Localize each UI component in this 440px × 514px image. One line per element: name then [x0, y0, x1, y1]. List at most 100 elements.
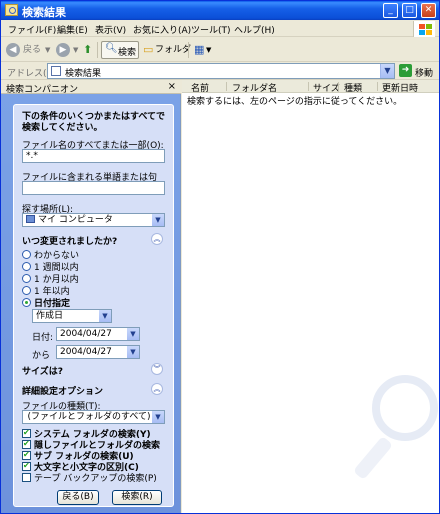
expand-chevron-icon[interactable]: ︾: [151, 363, 163, 375]
menu-file[interactable]: ファイル(F): [8, 23, 56, 36]
toolbar-separator: [97, 42, 98, 58]
to-date-dropdown-icon[interactable]: ▼: [127, 346, 139, 358]
search-instructions: 下の条件のいくつかまたはすべてで検索してください。: [22, 112, 166, 133]
radio-dont-know[interactable]: わからない: [22, 248, 79, 261]
search-folder-icon: [5, 4, 18, 16]
column-divider[interactable]: [377, 82, 378, 91]
toolbar-separator: [188, 42, 189, 58]
checkbox-checked-icon: [22, 439, 31, 449]
watermark-magnifier-icon: [372, 375, 438, 441]
back-arrow-icon[interactable]: ◀: [6, 43, 20, 57]
title-bar: 検索結果 _ □ ✕: [1, 1, 439, 20]
menu-edit[interactable]: 編集(E): [57, 23, 88, 36]
up-folder-icon[interactable]: ⬆: [83, 42, 92, 58]
checkbox-hidden-files[interactable]: 隠しファイルとフォルダの検索: [22, 438, 160, 451]
collapse-chevron-icon[interactable]: ︽: [151, 383, 163, 395]
look-in-select[interactable]: マイ コンピュータ ▼: [22, 213, 165, 227]
search-companion-pane: 下の条件のいくつかまたはすべてで検索してください。 ファイル名のすべてまたは一部…: [1, 94, 181, 513]
date-type-value: 作成日: [36, 311, 64, 321]
forward-arrow-icon[interactable]: ▶: [56, 43, 70, 57]
address-input[interactable]: 検索結果 ▼: [47, 63, 395, 79]
look-in-dropdown-icon[interactable]: ▼: [152, 214, 164, 226]
toolbar: ◀ 戻る ▼ ▶ ▼ ⬆ 🔍︎ 検索 ▭ フォルダ ▦ ▼: [1, 38, 439, 62]
back-button-label[interactable]: 戻る: [23, 42, 41, 58]
results-instruction-text: 検索するには、左のページの指示に従ってください。: [187, 97, 403, 107]
advanced-options-heading[interactable]: 詳細設定オプション: [22, 384, 103, 397]
back-dropdown-icon[interactable]: ▼: [45, 42, 50, 58]
menu-bar: ファイル(F) 編集(E) 表示(V) お気に入り(A) ツール(T) ヘルプ(…: [1, 20, 439, 37]
checkbox-system-folders[interactable]: システム フォルダの検索(Y): [22, 427, 151, 440]
search-results-icon: [51, 66, 61, 76]
window-title: 検索結果: [22, 7, 66, 19]
to-date-value: 2004/04/27: [60, 347, 112, 357]
file-type-select[interactable]: (ファイルとフォルダのすべて) ▼: [22, 410, 165, 424]
radio-specify-dates[interactable]: 日付指定: [22, 296, 70, 309]
menu-help[interactable]: ヘルプ(H): [234, 23, 275, 36]
menu-view[interactable]: 表示(V): [95, 23, 126, 36]
date-type-dropdown-icon[interactable]: ▼: [99, 310, 111, 322]
modified-heading[interactable]: いつ変更されましたか?: [22, 234, 117, 247]
column-folder[interactable]: フォルダ名: [232, 81, 277, 94]
radio-selected-icon: [22, 298, 31, 307]
checkbox-tape-backup[interactable]: テープ バックアップの検索(P): [22, 471, 157, 484]
from-date-dropdown-icon[interactable]: ▼: [127, 328, 139, 340]
radio-icon: [22, 262, 31, 271]
results-pane: 名前 フォルダ名 サイズ 種類 更新日時 検索するには、左のページの指示に従って…: [182, 80, 439, 513]
radio-icon: [22, 250, 31, 259]
word-phrase-input[interactable]: [22, 181, 165, 195]
search-options-panel: 下の条件のいくつかまたはすべてで検索してください。 ファイル名のすべてまたは一部…: [13, 104, 174, 507]
checkbox-checked-icon: [22, 461, 31, 471]
checkbox-subfolders[interactable]: サブ フォルダの検索(U): [22, 449, 134, 462]
windows-logo-icon: [413, 21, 435, 37]
my-computer-icon: [26, 215, 35, 223]
close-button[interactable]: ✕: [421, 3, 436, 18]
folders-icon[interactable]: ▭: [143, 42, 153, 58]
folders-button-label[interactable]: フォルダ: [155, 42, 191, 58]
checkbox-case-sensitive[interactable]: 大文字と小文字の区別(C): [22, 460, 139, 473]
filename-input[interactable]: *.*: [22, 149, 165, 163]
go-arrow-icon[interactable]: ➜: [399, 64, 412, 77]
go-button-label[interactable]: 移動: [415, 66, 433, 79]
back-button[interactable]: 戻る(B): [57, 490, 99, 505]
to-date-picker[interactable]: 2004/04/27 ▼: [56, 345, 140, 359]
from-date-label: 日付:: [32, 333, 54, 343]
column-size[interactable]: サイズ: [313, 81, 340, 94]
forward-dropdown-icon[interactable]: ▼: [73, 42, 78, 58]
column-name[interactable]: 名前: [191, 81, 209, 94]
collapse-chevron-icon[interactable]: ︽: [151, 233, 163, 245]
radio-within-week[interactable]: 1 週間以内: [22, 260, 79, 273]
radio-icon: [22, 274, 31, 283]
results-column-headers: 名前 フォルダ名 サイズ 種類 更新日時: [182, 80, 439, 94]
from-date-picker[interactable]: 2004/04/27 ▼: [56, 327, 140, 341]
search-button-label: 検索: [118, 48, 137, 58]
column-divider[interactable]: [338, 82, 339, 91]
column-type[interactable]: 種類: [344, 81, 362, 94]
search-submit-button[interactable]: 検索(R): [112, 490, 162, 505]
radio-within-month[interactable]: 1 か月以内: [22, 272, 79, 285]
search-companion-header: 検索コンパニオン ×: [1, 80, 181, 95]
close-pane-icon[interactable]: ×: [168, 81, 176, 92]
column-divider[interactable]: [308, 82, 309, 91]
views-icon[interactable]: ▦: [194, 42, 204, 58]
views-dropdown-icon[interactable]: ▼: [206, 42, 211, 58]
address-dropdown-icon[interactable]: ▼: [380, 64, 394, 78]
maximize-button[interactable]: □: [402, 3, 417, 18]
menu-favorites[interactable]: お気に入り(A): [133, 23, 191, 36]
checkbox-checked-icon: [22, 428, 31, 438]
watermark-magnifier-handle: [352, 435, 394, 481]
search-button[interactable]: 🔍︎ 検索: [101, 41, 139, 59]
column-modified[interactable]: 更新日時: [382, 81, 418, 94]
radio-within-year[interactable]: 1 年以内: [22, 284, 70, 297]
to-date-label: から: [32, 351, 51, 361]
file-type-dropdown-icon[interactable]: ▼: [152, 411, 164, 423]
radio-icon: [22, 286, 31, 295]
size-heading[interactable]: サイズは?: [22, 364, 63, 377]
file-type-value: (ファイルとフォルダのすべて): [27, 412, 151, 422]
magnifier-icon: 🔍︎: [105, 43, 118, 54]
checkbox-label: テープ バックアップの検索(P): [34, 474, 157, 484]
minimize-button[interactable]: _: [383, 3, 398, 18]
column-divider[interactable]: [226, 82, 227, 91]
menu-tools[interactable]: ツール(T): [191, 23, 231, 36]
date-type-select[interactable]: 作成日 ▼: [32, 309, 112, 323]
from-date-value: 2004/04/27: [60, 329, 112, 339]
